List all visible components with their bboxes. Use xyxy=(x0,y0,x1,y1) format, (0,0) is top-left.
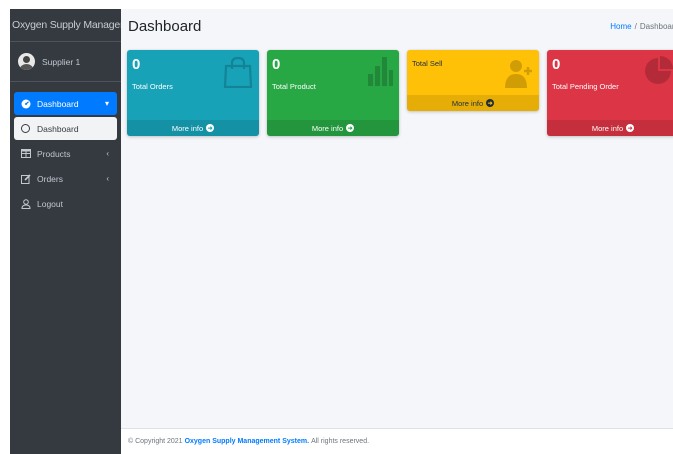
sidebar-item-label: Logout xyxy=(37,198,63,209)
shopping-bag-icon xyxy=(223,56,253,93)
user-name[interactable]: Supplier 1 xyxy=(42,57,80,67)
arrow-circle-right-icon: ➜ xyxy=(206,124,215,132)
stat-box-total-pending-order: 0 Total Pending Order More info ➜ xyxy=(547,50,673,136)
copyright-prefix: © Copyright 2021 xyxy=(128,438,183,445)
stat-boxes: 0 Total Orders More info ➜ 0 Total Produ… xyxy=(121,44,673,136)
stat-box-total-product: 0 Total Product More info ➜ xyxy=(267,50,399,136)
system-name-link[interactable]: Oxygen Supply Management System. xyxy=(185,438,309,445)
sidebar-item-logout[interactable]: Logout xyxy=(14,192,117,215)
sidebar-item-label: Orders xyxy=(37,173,63,184)
arrow-circle-right-icon: ➜ xyxy=(346,124,355,132)
edit-icon xyxy=(20,173,31,184)
user-panel: Supplier 1 xyxy=(10,42,121,82)
copyright-suffix: All rights reserved. xyxy=(311,438,370,445)
chevron-down-icon: ▾ xyxy=(104,99,109,108)
stat-box-total-orders: 0 Total Orders More info ➜ xyxy=(127,50,259,136)
sidebar-item-dashboard[interactable]: Dashboard ▾ xyxy=(14,92,117,115)
user-icon xyxy=(20,198,31,209)
page-title: Dashboard xyxy=(128,18,202,35)
more-info-link[interactable]: More info ➜ xyxy=(127,120,259,136)
arrow-circle-right-icon: ➜ xyxy=(626,124,635,132)
more-info-link[interactable]: More info ➜ xyxy=(407,95,539,111)
sidebar-item-label: Products xyxy=(37,148,71,159)
app-frame: Oxygen Supply Management Supplier 1 Dash… xyxy=(10,9,673,454)
sidebar-item-products[interactable]: Products ‹ xyxy=(14,142,117,165)
breadcrumb: Home / Dashboard xyxy=(610,22,673,31)
arrow-circle-right-icon: ➜ xyxy=(486,99,495,107)
sidebar-item-label: Dashboard xyxy=(37,123,79,134)
stat-box-total-sell: Total Sell More info ➜ xyxy=(407,50,539,111)
chevron-left-icon: ‹ xyxy=(106,149,109,158)
user-plus-icon xyxy=(505,58,533,93)
sidebar-subitem-dashboard[interactable]: Dashboard xyxy=(14,117,117,140)
sidebar-item-label: Dashboard xyxy=(37,98,79,109)
breadcrumb-separator: / xyxy=(634,22,637,31)
tachometer-icon xyxy=(20,98,31,109)
content-header: Dashboard Home / Dashboard xyxy=(121,9,673,44)
avatar[interactable] xyxy=(18,53,35,70)
more-info-link[interactable]: More info ➜ xyxy=(547,120,673,136)
page-footer: © Copyright 2021 Oxygen Supply Managemen… xyxy=(121,428,673,454)
breadcrumb-home-link[interactable]: Home xyxy=(610,22,631,31)
sidebar-item-orders[interactable]: Orders ‹ xyxy=(14,167,117,190)
pie-chart-icon xyxy=(643,56,673,91)
breadcrumb-current: Dashboard xyxy=(639,22,673,31)
sidebar: Oxygen Supply Management Supplier 1 Dash… xyxy=(10,9,121,454)
circle-icon xyxy=(20,123,31,134)
chevron-left-icon: ‹ xyxy=(106,174,109,183)
table-icon xyxy=(20,148,31,159)
more-info-link[interactable]: More info ➜ xyxy=(267,120,399,136)
brand-link[interactable]: Oxygen Supply Management xyxy=(10,9,121,42)
sidebar-nav: Dashboard ▾ Dashboard Products ‹ Orders … xyxy=(10,82,121,215)
main-content: Dashboard Home / Dashboard 0 Total Order… xyxy=(121,9,673,454)
bar-chart-icon xyxy=(367,56,393,91)
